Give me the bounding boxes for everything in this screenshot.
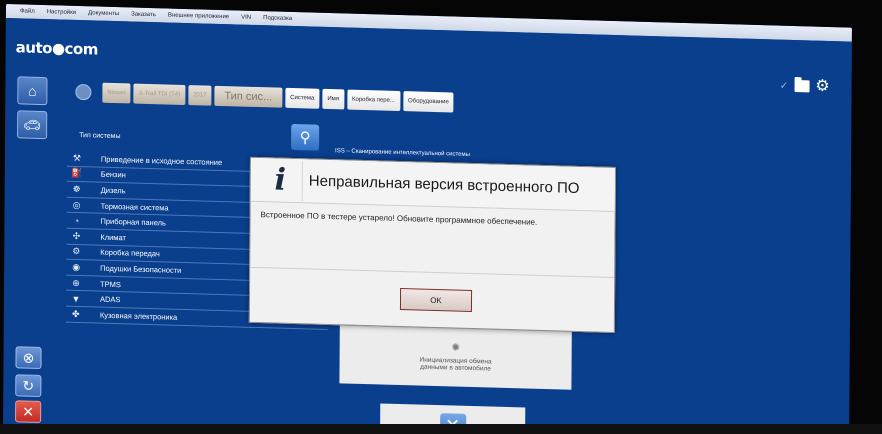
gear-icon[interactable]: ⚙ [815, 78, 829, 95]
search-icon: ⚲ [299, 129, 311, 147]
system-item-label: Кузовная электроника [99, 310, 178, 322]
check-icon: ✓ [779, 80, 789, 92]
home-button[interactable]: ⌂ [17, 76, 48, 106]
crumb-system-type[interactable]: Тип сис... [214, 85, 283, 108]
help-icon: ⊗ [22, 348, 35, 366]
dialog-footer: OK [250, 268, 614, 332]
diesel-icon: ☸ [72, 183, 81, 195]
system-item-label: Климат [100, 232, 126, 243]
help-button[interactable]: ⊗ [15, 346, 42, 369]
iss-label[interactable]: ISS – Сканирование интеллектуальной сист… [335, 148, 470, 158]
system-item-label: Приборная панель [100, 216, 166, 228]
brand-logo: auto●com [15, 38, 98, 59]
menu-settings[interactable]: Настройки [47, 9, 76, 16]
home-icon: ⌂ [28, 82, 37, 99]
left-rail: ⌂ 🚗︎ ⊗ ↻ ✕ [15, 74, 51, 425]
menu-documents[interactable]: Документы [88, 10, 119, 17]
loading-panel: ✺ Инициализация обмена данными в автомоб… [339, 325, 572, 390]
crumb-model[interactable]: X-Trail TDI (T4) [133, 83, 186, 106]
car-icon: 🚗︎ [23, 115, 42, 133]
crumb-system[interactable]: Система [285, 87, 320, 109]
vehicle-button[interactable]: 🚗︎ [17, 110, 48, 140]
dashboard-icon: ◔ [73, 215, 80, 226]
ok-button[interactable]: OK [399, 288, 473, 313]
system-item-label: Коробка передач [100, 247, 160, 259]
crumb-name[interactable]: Имя [322, 88, 345, 110]
folder-icon[interactable] [794, 80, 810, 93]
crumb-year[interactable]: 2017 [188, 85, 212, 106]
taskbar [0, 424, 882, 434]
system-item-label: ADAS [99, 294, 121, 305]
iss-search-button[interactable]: ⚲ [291, 123, 320, 151]
vehicle-brand-icon [75, 83, 92, 101]
gearbox-icon: ⚙ [72, 246, 81, 257]
system-item-label: Дизель [100, 185, 126, 196]
body-electronics-icon: ✤ [72, 308, 80, 319]
refresh-button[interactable]: ↻ [15, 374, 42, 397]
brake-disc-icon: ◎ [72, 199, 81, 210]
airbag-icon: ◉ [72, 261, 81, 273]
system-item-label: Бензин [100, 170, 126, 180]
system-item-label: Тормозная система [100, 201, 169, 213]
climate-fan-icon: ✣ [72, 230, 81, 241]
wrench-icon: ⚒ [72, 152, 82, 163]
system-item-label: Подушки Безопасности [100, 263, 182, 275]
menu-vin[interactable]: VIN [241, 15, 251, 21]
adas-icon: ▼ [71, 293, 81, 304]
system-item-label: TPMS [100, 279, 121, 289]
dialog-message: Встроенное ПО в тестере устарело! Обнови… [250, 201, 615, 278]
exit-button[interactable]: ✕ [15, 400, 42, 423]
crumb-equipment[interactable]: Оборудование [402, 91, 454, 113]
system-item-label: Приведение в исходное состояние [100, 154, 223, 167]
crumb-gearbox[interactable]: Коробка пере... [346, 89, 401, 112]
app-screen: Файл Настройки Документы Заказать Внешне… [3, 4, 852, 434]
info-icon: i [258, 159, 303, 201]
menu-external-app[interactable]: Внешнее приложение [168, 13, 229, 21]
spinner-icon: ✺ [451, 342, 460, 354]
header-tools: ✓ ⚙ [780, 78, 830, 95]
menu-order[interactable]: Заказать [131, 11, 156, 18]
exit-icon: ✕ [22, 402, 35, 420]
tpms-icon: ⊕ [72, 277, 80, 288]
breadcrumb: Nissan X-Trail TDI (T4) 2017 Тип сис... … [75, 82, 454, 113]
loading-text: Инициализация обмена данными в автомобил… [419, 356, 492, 373]
menu-hint[interactable]: Подсказка [263, 15, 292, 22]
menu-file[interactable]: Файл [20, 8, 35, 14]
firmware-error-dialog: i Неправильная версия встроенного ПО Вст… [248, 156, 616, 334]
fuel-injector-icon: ⛽ [71, 168, 83, 179]
dialog-title: Неправильная версия встроенного ПО [308, 172, 580, 198]
refresh-icon: ↻ [22, 376, 35, 394]
crumb-brand[interactable]: Nissan [102, 82, 131, 104]
